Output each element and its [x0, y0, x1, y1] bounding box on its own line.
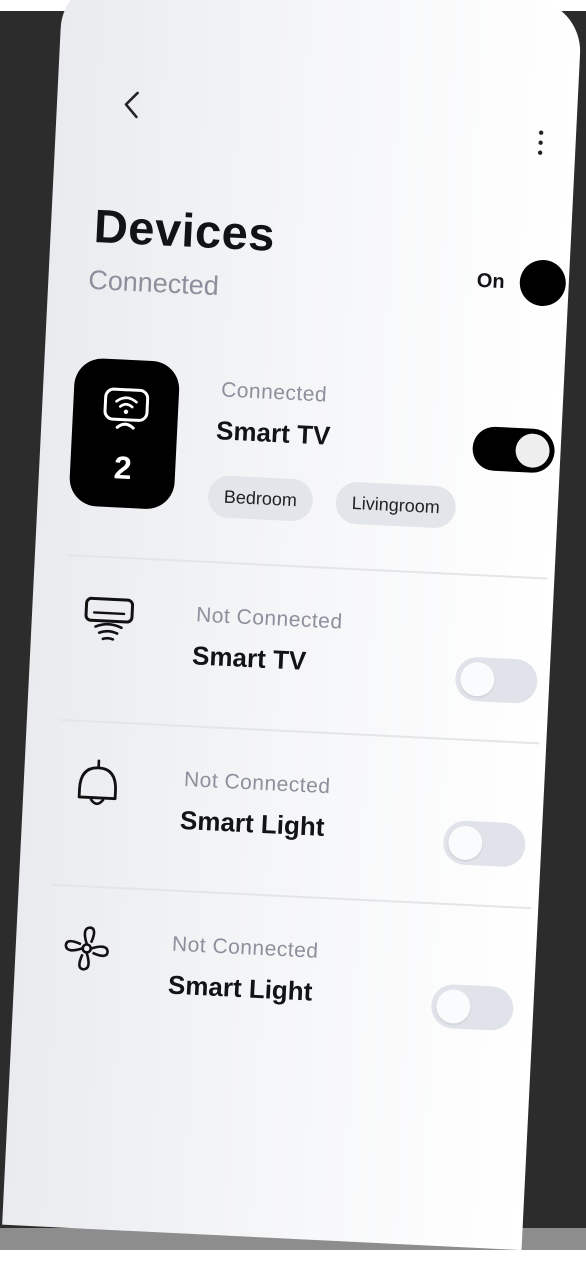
device-tile-smart-tv[interactable]: 2	[68, 357, 180, 510]
device-name: Smart TV	[215, 415, 331, 452]
device-status: Not Connected	[183, 768, 331, 799]
air-conditioner-icon	[82, 594, 136, 648]
wifi-monitor-icon	[101, 385, 151, 435]
master-on-label: On	[476, 270, 505, 294]
toggle-knob	[436, 989, 472, 1025]
master-power-toggle[interactable]	[519, 259, 567, 307]
divider	[60, 719, 540, 744]
toggle-smart-tv[interactable]	[472, 426, 556, 474]
divider	[68, 554, 548, 579]
bell-lamp-icon	[71, 757, 125, 811]
device-count: 2	[69, 447, 176, 489]
toggle-smart-light[interactable]	[442, 820, 526, 868]
back-chevron-icon[interactable]	[118, 87, 146, 122]
toggle-smart-light-2[interactable]	[430, 983, 514, 1031]
device-status: Not Connected	[196, 603, 344, 634]
device-name: Smart Light	[167, 970, 313, 1008]
toggle-knob	[448, 825, 484, 861]
screen: Devices Connected On 2 Connected Smart T…	[2, 0, 582, 1250]
toggle-knob	[460, 661, 496, 697]
tag-bedroom[interactable]: Bedroom	[207, 475, 314, 522]
toggle-knob	[515, 433, 551, 469]
toggle-smart-tv-2[interactable]	[454, 656, 538, 704]
page-subtitle: Connected	[88, 265, 220, 302]
device-name: Smart TV	[191, 640, 307, 677]
more-vertical-icon[interactable]	[534, 125, 548, 160]
fan-icon	[59, 921, 113, 975]
page-title: Devices	[93, 198, 277, 262]
device-name: Smart Light	[179, 805, 325, 843]
divider	[52, 884, 532, 909]
device-status: Not Connected	[171, 933, 319, 964]
phone: Devices Connected On 2 Connected Smart T…	[0, 0, 586, 1264]
tag-livingroom[interactable]: Livingroom	[335, 481, 457, 529]
device-status: Connected	[221, 378, 328, 407]
